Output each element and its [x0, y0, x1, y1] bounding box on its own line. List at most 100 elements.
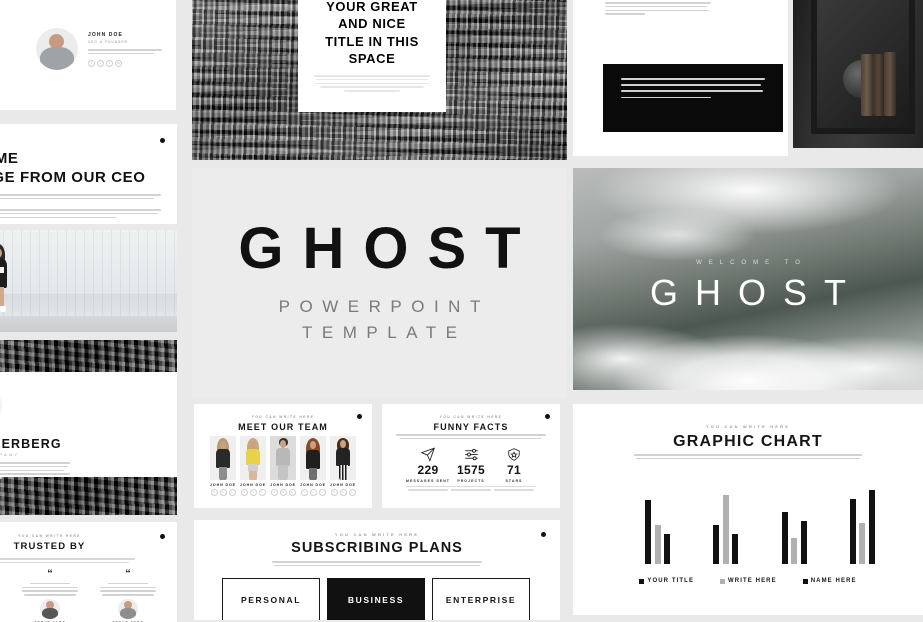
facebook-icon[interactable]: f: [270, 489, 278, 496]
member-name: JOHN DOE: [300, 483, 326, 487]
instagram-icon[interactable]: i: [318, 489, 326, 496]
slide-funny-facts[interactable]: YOU CAN WRITE HERE FUNNY FACTS 229 MESSA…: [382, 404, 560, 508]
linkedin-icon[interactable]: in: [115, 60, 122, 68]
stat-item: 71 STARS: [484, 446, 544, 493]
slide-team-cards[interactable]: JOHN DOE CEO & FOUNDER f t i in: [0, 0, 176, 110]
slide-meet-team[interactable]: YOU CAN WRITE HERE MEET OUR TEAM JOHN DO…: [194, 404, 372, 508]
page-title: MEET OUR TEAM: [238, 422, 328, 432]
title-block: YOUR GREAT AND NICE TITLE IN THIS SPACE: [325, 0, 419, 67]
instagram-icon[interactable]: i: [258, 489, 266, 496]
twitter-icon[interactable]: t: [309, 489, 317, 496]
list-item[interactable]: JOHN DOE f t i: [270, 436, 296, 496]
social-links[interactable]: f t i: [300, 489, 326, 496]
slide-title-over-photo[interactable]: YOUR GREAT AND NICE TITLE IN THIS SPACE: [192, 0, 567, 160]
quote-icon: “: [0, 570, 4, 579]
twitter-icon[interactable]: t: [339, 489, 347, 496]
slide-ceo-welcome[interactable]: YOU CAN WRITE HERE WELCOME MESSAGE FROM …: [0, 124, 177, 224]
avatar: [0, 386, 2, 426]
chart-group: [645, 478, 670, 564]
member-name: JOHN DOE: [210, 483, 236, 487]
plan-card-business[interactable]: BUSINESS: [327, 578, 425, 620]
slide-photo-street[interactable]: [0, 230, 177, 332]
list-item[interactable]: JOHN DOE f t i: [330, 436, 356, 496]
photo-object: [861, 54, 873, 116]
chart-bar: [664, 533, 670, 564]
member-name: JOHN DOE: [270, 483, 296, 487]
chart-bar: [800, 521, 807, 564]
legend-label: WRITE HERE: [728, 578, 777, 584]
slide-subscribing-plans[interactable]: YOU CAN WRITE HERE SUBSCRIBING PLANS PER…: [194, 520, 560, 620]
plan-card-enterprise[interactable]: ENTERPRISE: [432, 578, 530, 620]
slide-description: [0, 558, 177, 566]
plan-label: PERSONAL: [240, 595, 302, 605]
slide-photo-product[interactable]: [793, 0, 923, 148]
member-photo: [210, 436, 236, 480]
slide-trusted-by[interactable]: YOU CAN WRITE HERE TRUSTED BY “ STEVE JO…: [0, 522, 177, 622]
title-line-1: WELCOME: [0, 150, 19, 167]
testimonial-text: [18, 582, 82, 596]
list-item[interactable]: JOHN DOE f t i: [210, 436, 236, 496]
avatar: [40, 598, 60, 619]
facebook-icon[interactable]: f: [88, 60, 95, 68]
chart-plot-area: [645, 478, 875, 564]
social-links[interactable]: f t i: [240, 489, 266, 496]
title-line-1: YOUR GREAT: [326, 0, 418, 14]
list-item[interactable]: JOHN DOE CEO & FOUNDER f t i in: [0, 24, 176, 96]
slide-body: [0, 194, 161, 202]
stat-label: STARS: [505, 478, 523, 483]
slide-profile-feature[interactable]: MARK ZUCKERBERG FACEBOOK COMPANY: [0, 340, 177, 515]
title-line-3: TITLE IN THIS: [325, 33, 419, 49]
twitter-icon[interactable]: t: [219, 489, 227, 496]
social-links[interactable]: f t i in: [88, 60, 162, 68]
legend-label: YOUR TITLE: [647, 578, 695, 584]
quote-icon: “: [47, 568, 53, 580]
card-role: CEO & FOUNDER: [88, 40, 128, 44]
twitter-icon[interactable]: t: [279, 489, 287, 496]
chart-bar: [849, 498, 856, 564]
facebook-icon[interactable]: f: [210, 489, 218, 496]
slide-body: [605, 2, 711, 17]
list-item[interactable]: JOHN DOE f t i: [300, 436, 326, 496]
testimonial-text: [96, 582, 160, 596]
list-item[interactable]: “ STEVE JOBS: [96, 569, 160, 622]
social-links[interactable]: f t i: [270, 489, 296, 496]
slide-graphic-chart[interactable]: YOU CAN WRITE HERE GRAPHIC CHART YOUR TI…: [573, 404, 923, 615]
page-title: WELCOME MESSAGE FROM OUR CEO: [0, 150, 146, 188]
facebook-icon[interactable]: f: [300, 489, 308, 496]
list-item[interactable]: JOHN DOE CEO & FOUNDER f t i in: [0, 0, 176, 24]
social-links[interactable]: f t i: [210, 489, 236, 496]
profile-name: MARK ZUCKERBERG: [0, 437, 62, 451]
legend-swatch: [639, 578, 645, 584]
plan-card-personal[interactable]: PERSONAL: [222, 578, 320, 620]
slide-quote-dark[interactable]: [603, 64, 783, 132]
instagram-icon[interactable]: i: [228, 489, 236, 496]
list-item[interactable]: “ STEVE JOBS: [18, 568, 82, 622]
twitter-icon[interactable]: t: [249, 489, 257, 496]
list-item[interactable]: “ STEVE JOBS: [0, 570, 4, 622]
avatar: [36, 28, 78, 70]
chart-bar: [732, 533, 739, 564]
instagram-icon[interactable]: i: [106, 60, 113, 68]
profile-role: FACEBOOK COMPANY: [0, 452, 20, 457]
chart-group: [781, 478, 807, 564]
chart-title: GRAPHIC CHART: [673, 433, 823, 450]
slide-cover-mountain[interactable]: WELCOME TO GHOST: [573, 168, 923, 390]
hero-subtitle-line-2: TEMPLATE: [302, 323, 467, 342]
member-name: JOHN DOE: [330, 483, 356, 487]
slide-description: [382, 434, 560, 442]
facebook-icon[interactable]: f: [330, 489, 338, 496]
cover-eyebrow: WELCOME TO: [696, 260, 807, 266]
card-name: JOHN DOE: [88, 32, 123, 38]
title-line-2: MESSAGE FROM OUR CEO: [0, 168, 146, 186]
social-links[interactable]: f t i: [330, 489, 356, 496]
legend-swatch: [720, 578, 726, 584]
instagram-icon[interactable]: i: [348, 489, 356, 496]
eyebrow: YOU CAN WRITE HERE: [334, 532, 420, 537]
chart-group: [713, 478, 739, 564]
title-line-2: AND NICE: [338, 16, 406, 32]
twitter-icon[interactable]: t: [97, 60, 104, 68]
facebook-icon[interactable]: f: [240, 489, 248, 496]
instagram-icon[interactable]: i: [288, 489, 296, 496]
list-item[interactable]: JOHN DOE f t i: [240, 436, 266, 496]
slide-number-dot: [160, 138, 165, 143]
